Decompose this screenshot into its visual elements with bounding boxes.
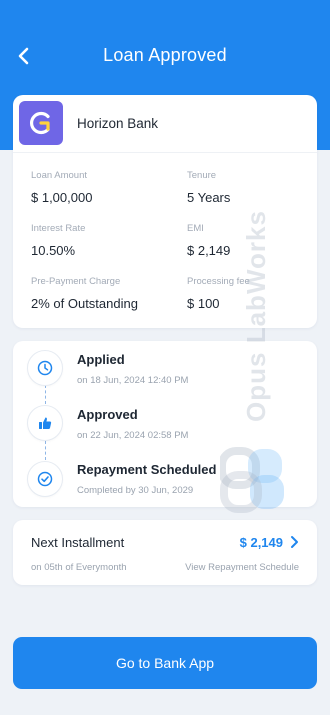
detail-label: Interest Rate <box>31 223 86 234</box>
detail-processing-fee: Processing fee $ 100 <box>187 276 317 311</box>
installment-amount: $ 2,149 <box>239 535 283 550</box>
installment-subtitle: on 05th of Everymonth <box>31 562 127 573</box>
loan-details-card: Horizon Bank Loan Amount $ 1,00,000 Tenu… <box>13 95 317 328</box>
detail-label: Loan Amount <box>31 170 87 181</box>
thumbs-up-icon <box>27 405 63 441</box>
timeline-title: Approved <box>77 407 138 422</box>
timeline-title: Repayment Scheduled <box>77 462 217 477</box>
detail-tenure: Tenure 5 Years <box>187 170 317 205</box>
go-to-bank-app-button[interactable]: Go to Bank App <box>13 637 317 689</box>
page-title: Loan Approved <box>103 45 227 65</box>
detail-prepayment-charge: Pre-Payment Charge 2% of Outstanding <box>31 276 181 311</box>
detail-emi: EMI $ 2,149 <box>187 223 317 258</box>
bank-header: Horizon Bank <box>13 95 317 153</box>
horizon-bank-logo-icon <box>19 101 63 145</box>
timeline-subtitle: on 22 Jun, 2024 02:58 PM <box>77 430 189 441</box>
detail-value: $ 1,00,000 <box>31 190 93 205</box>
timeline-item-repayment: Repayment Scheduled Completed by 30 Jun,… <box>13 460 317 510</box>
detail-value: 5 Years <box>187 190 231 205</box>
detail-loan-amount: Loan Amount $ 1,00,000 <box>31 170 161 205</box>
view-repayment-schedule-link[interactable]: View Repayment Schedule <box>185 562 299 573</box>
detail-label: EMI <box>187 223 204 234</box>
detail-value: 10.50% <box>31 243 76 258</box>
detail-label: Tenure <box>187 170 217 181</box>
detail-label: Processing fee <box>187 276 250 287</box>
chevron-right-icon[interactable] <box>287 534 301 550</box>
detail-interest-rate: Interest Rate 10.50% <box>31 223 161 258</box>
timeline-item-approved: Approved on 22 Jun, 2024 02:58 PM <box>13 405 317 455</box>
timeline-item-applied: Applied on 18 Jun, 2024 12:40 PM <box>13 349 317 399</box>
detail-value: $ 2,149 <box>187 243 231 258</box>
detail-value: $ 100 <box>187 296 220 311</box>
status-timeline-card: Applied on 18 Jun, 2024 12:40 PM Approve… <box>13 341 317 507</box>
installment-title: Next Installment <box>31 535 125 550</box>
next-installment-card: Next Installment $ 2,149 on 05th of Ever… <box>13 520 317 585</box>
bank-name: Horizon Bank <box>77 116 159 131</box>
detail-value: 2% of Outstanding <box>31 296 138 311</box>
timeline-subtitle: on 18 Jun, 2024 12:40 PM <box>77 375 189 386</box>
timeline-subtitle: Completed by 30 Jun, 2029 <box>77 485 194 496</box>
detail-label: Pre-Payment Charge <box>31 276 121 287</box>
clock-icon <box>27 350 63 386</box>
check-circle-icon <box>27 461 63 497</box>
timeline-title: Applied <box>77 352 125 367</box>
